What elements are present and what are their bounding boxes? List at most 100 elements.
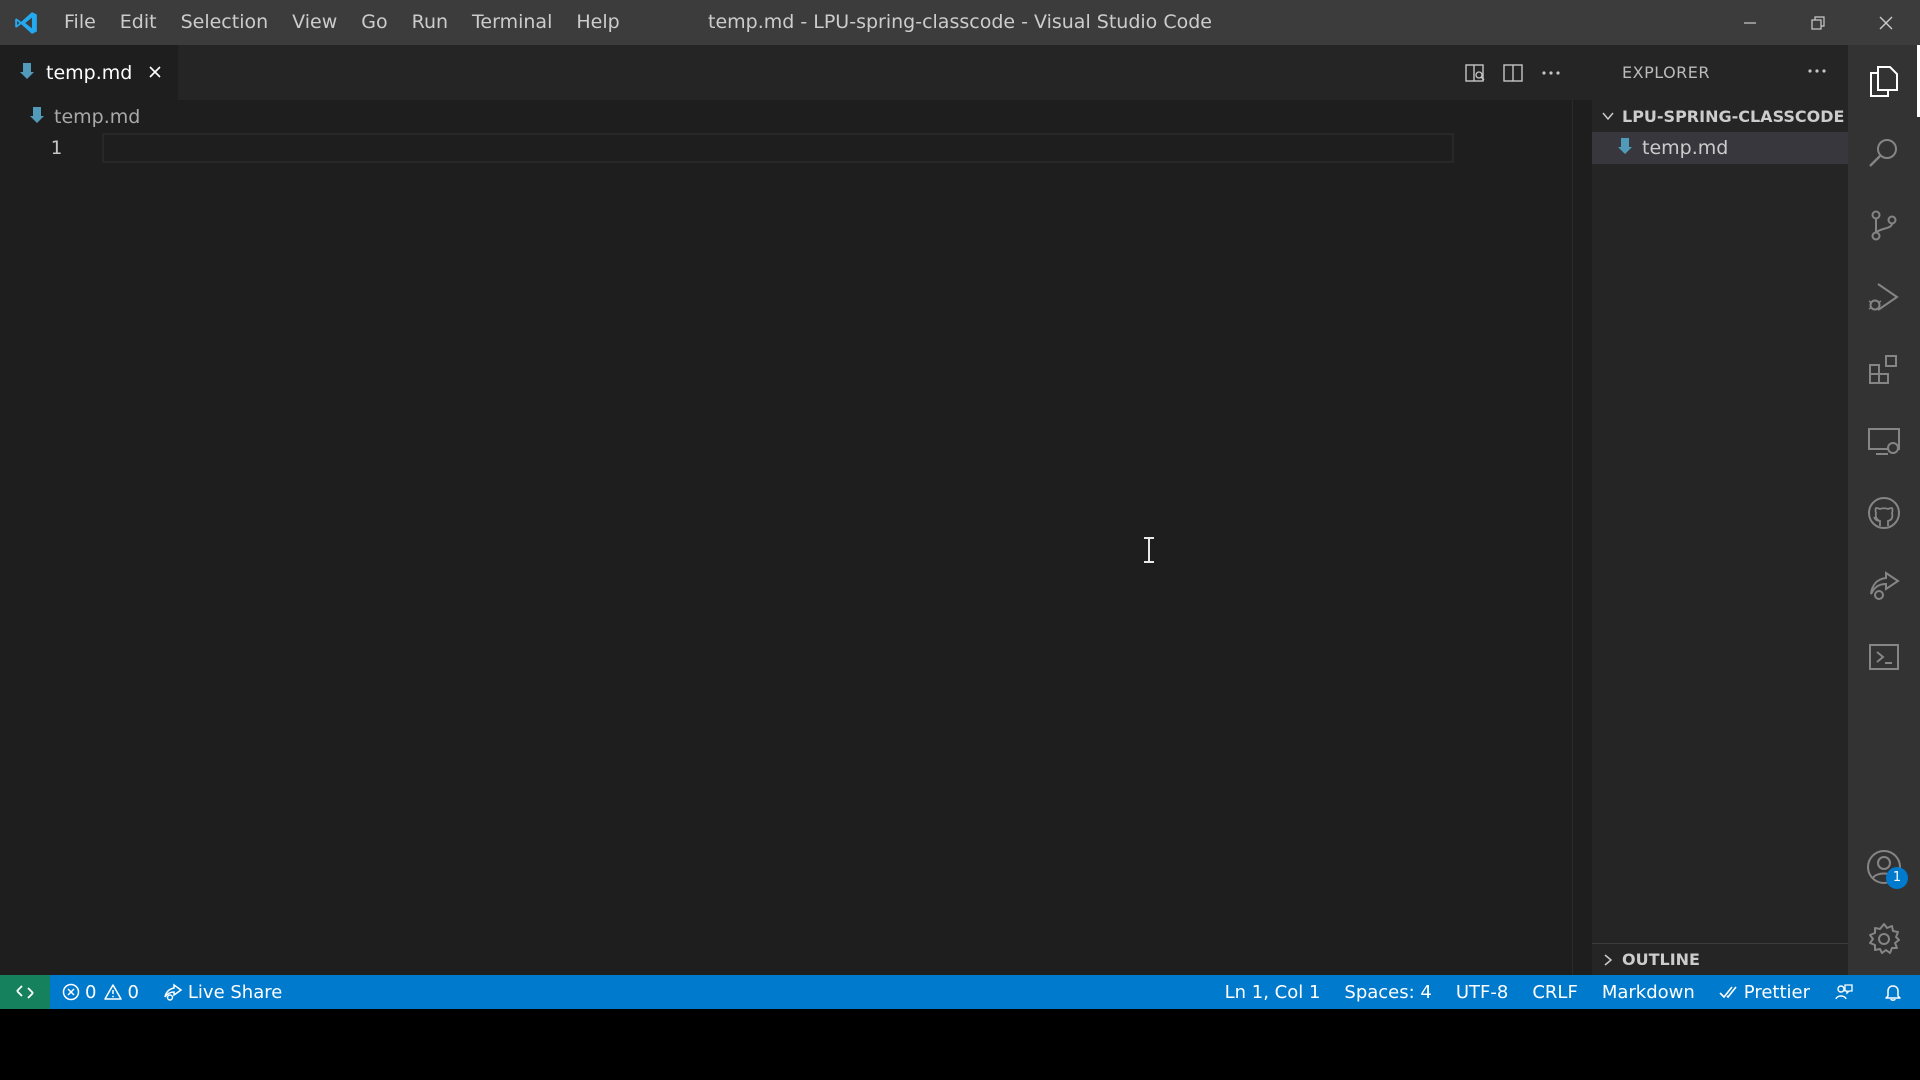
cursor-position-status[interactable]: Ln 1, Col 1	[1213, 975, 1333, 1009]
extensions-activity-button[interactable]	[1848, 333, 1920, 405]
menu-bar: File Edit Selection View Go Run Terminal…	[52, 0, 632, 45]
restore-icon	[1811, 15, 1825, 30]
minimize-button[interactable]	[1716, 0, 1784, 45]
extensions-icon	[1869, 355, 1897, 384]
language-mode-status[interactable]: Markdown	[1590, 975, 1707, 1009]
remote-indicator-button[interactable]	[0, 975, 50, 1009]
menu-file[interactable]: File	[52, 0, 108, 45]
terminal-icon	[1869, 644, 1899, 670]
remote-icon	[16, 985, 34, 999]
tab-bar: temp.md	[0, 45, 1592, 100]
explorer-header: EXPLORER	[1592, 45, 1848, 100]
terminal-activity-button[interactable]	[1848, 621, 1920, 693]
run-debug-icon	[1868, 283, 1899, 311]
split-editor-icon	[1503, 63, 1523, 82]
ellipsis-icon	[1808, 68, 1826, 73]
minimize-icon	[1744, 21, 1756, 24]
live-share-activity-button[interactable]	[1848, 549, 1920, 621]
split-editor-button[interactable]	[1494, 54, 1532, 92]
window-controls	[1716, 0, 1920, 45]
status-bar: 0 0 Live Share Ln 1, Col 1 Spaces: 4 UTF…	[0, 975, 1920, 1009]
menu-go[interactable]: Go	[349, 0, 399, 45]
warning-icon	[104, 984, 123, 1000]
accounts-activity-button[interactable]: 1	[1848, 831, 1920, 903]
status-bar-right: Ln 1, Col 1 Spaces: 4 UTF-8 CRLF Markdow…	[1213, 975, 1920, 1009]
error-count: 0	[85, 981, 97, 1003]
chevron-right-icon	[1604, 953, 1613, 966]
run-debug-activity-button[interactable]	[1848, 261, 1920, 333]
ellipsis-icon	[1542, 70, 1560, 75]
breadcrumb-file[interactable]: temp.md	[54, 106, 140, 128]
menu-help[interactable]: Help	[564, 0, 631, 45]
notifications-button[interactable]	[1871, 975, 1920, 1009]
editor-scrollbar-track[interactable]	[1572, 100, 1573, 975]
account-badge: 1	[1886, 867, 1908, 889]
remote-explorer-icon	[1868, 428, 1900, 455]
remote-explorer-activity-button[interactable]	[1848, 405, 1920, 477]
feedback-button[interactable]	[1822, 975, 1871, 1009]
activity-bar: 1	[1848, 45, 1920, 975]
title-bar: File Edit Selection View Go Run Terminal…	[0, 0, 1920, 45]
menu-run[interactable]: Run	[400, 0, 460, 45]
breadcrumb[interactable]: temp.md	[30, 102, 140, 132]
warning-count: 0	[127, 981, 139, 1003]
menu-selection[interactable]: Selection	[169, 0, 281, 45]
outline-title: OUTLINE	[1622, 950, 1700, 969]
close-window-button[interactable]	[1852, 0, 1920, 45]
explorer-sidebar: EXPLORER LPU-SPRING-CLASSCODE temp.md OU…	[1592, 45, 1848, 975]
live-share-status[interactable]: Live Share	[151, 975, 294, 1009]
eol-status[interactable]: CRLF	[1520, 975, 1589, 1009]
manage-activity-button[interactable]	[1848, 903, 1920, 975]
settings-gear-icon	[1869, 923, 1900, 954]
file-item-temp-md[interactable]: temp.md	[1592, 132, 1848, 164]
more-actions-button[interactable]	[1532, 54, 1570, 92]
markdown-file-icon	[1618, 137, 1632, 159]
open-preview-to-side-icon	[1465, 63, 1485, 82]
search-icon	[1869, 139, 1897, 167]
menu-view[interactable]: View	[280, 0, 349, 45]
encoding-status[interactable]: UTF-8	[1444, 975, 1520, 1009]
files-icon	[1870, 66, 1898, 97]
file-label: temp.md	[1642, 137, 1729, 159]
bell-icon	[1885, 985, 1901, 1001]
outline-section-header[interactable]: OUTLINE	[1592, 943, 1848, 975]
feedback-icon	[1835, 984, 1853, 1000]
explorer-more-button[interactable]	[1806, 60, 1828, 86]
live-share-icon	[1870, 571, 1900, 600]
markdown-file-icon	[30, 106, 44, 128]
problems-status[interactable]: 0 0	[50, 975, 151, 1009]
tab-temp-md[interactable]: temp.md	[0, 45, 178, 100]
error-icon	[62, 983, 80, 1001]
prettier-label: Prettier	[1743, 981, 1810, 1003]
search-activity-button[interactable]	[1848, 117, 1920, 189]
explorer-title: EXPLORER	[1622, 63, 1710, 82]
restore-button[interactable]	[1784, 0, 1852, 45]
editor-area: temp.md temp.md 1	[0, 45, 1592, 975]
screen-letterbox	[0, 1009, 1920, 1080]
close-icon	[1879, 16, 1893, 29]
live-share-icon	[164, 983, 183, 1001]
source-control-icon	[1871, 210, 1897, 241]
double-check-icon	[1719, 986, 1737, 999]
folder-name: LPU-SPRING-CLASSCODE	[1622, 106, 1845, 126]
prettier-status[interactable]: Prettier	[1707, 975, 1822, 1009]
live-share-label: Live Share	[187, 981, 283, 1003]
editor-actions	[1456, 45, 1592, 100]
indentation-status[interactable]: Spaces: 4	[1332, 975, 1443, 1009]
menu-edit[interactable]: Edit	[108, 0, 169, 45]
line-number: 1	[50, 137, 62, 159]
close-icon	[149, 66, 161, 78]
text-cursor-icon	[1142, 537, 1156, 567]
chevron-down-icon	[1602, 112, 1614, 121]
vscode-logo-icon	[0, 0, 52, 45]
github-icon	[1868, 497, 1900, 529]
tab-close-button[interactable]	[144, 61, 166, 83]
open-preview-button[interactable]	[1456, 54, 1494, 92]
folder-section-header[interactable]: LPU-SPRING-CLASSCODE	[1592, 100, 1848, 132]
github-activity-button[interactable]	[1848, 477, 1920, 549]
menu-terminal[interactable]: Terminal	[460, 0, 564, 45]
source-control-activity-button[interactable]	[1848, 189, 1920, 261]
explorer-activity-button[interactable]	[1848, 45, 1920, 117]
markdown-file-icon	[20, 62, 34, 84]
current-line-highlight[interactable]	[102, 133, 1454, 163]
